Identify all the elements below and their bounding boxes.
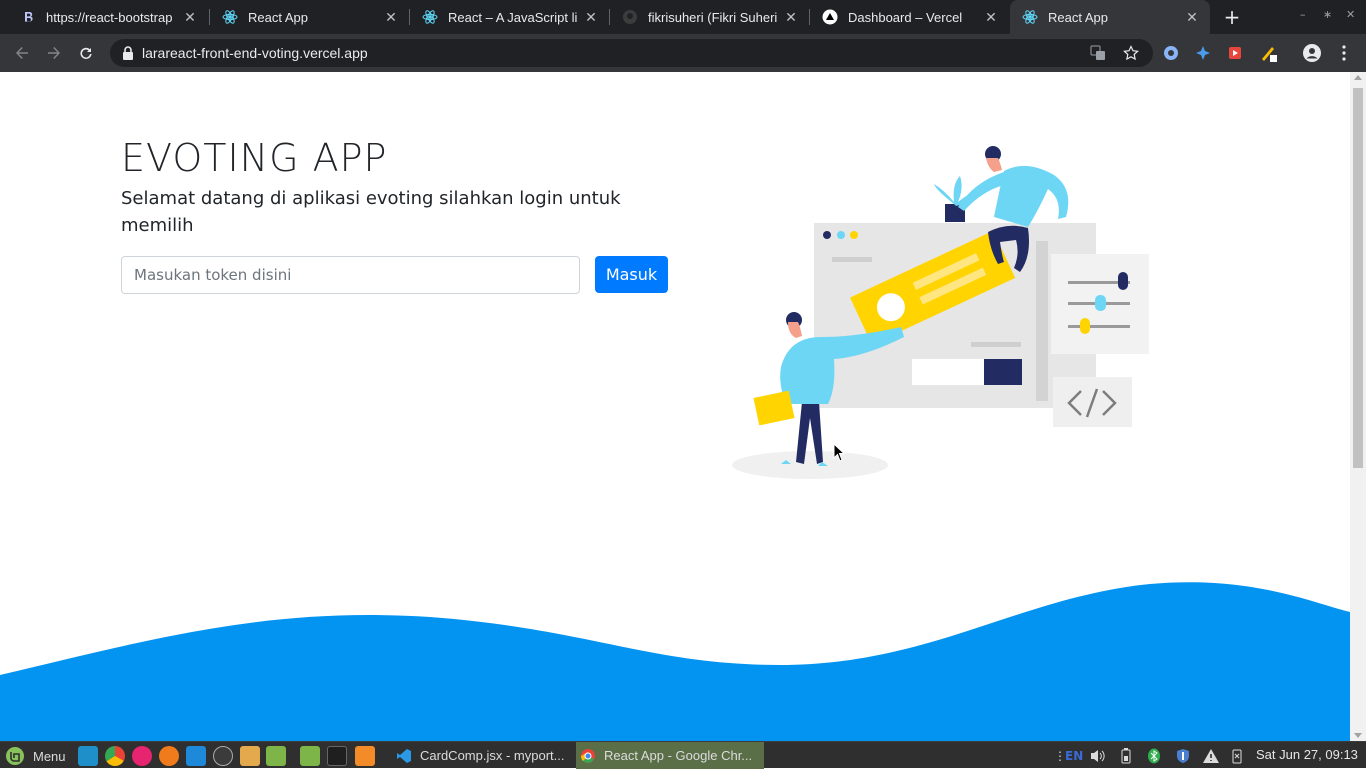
browser-tab-strip: https://react-bootstrap ✕ React App ✕ Re…	[0, 0, 1366, 34]
github-icon	[622, 9, 638, 25]
bookmark-star-icon[interactable]	[1123, 45, 1139, 65]
browser-tab[interactable]: https://react-bootstrap ✕	[8, 0, 208, 34]
close-tab-icon[interactable]: ✕	[583, 9, 599, 25]
address-bar[interactable]: larareact-front-end-voting.vercel.app	[110, 39, 1153, 67]
close-tab-icon[interactable]: ✕	[1184, 9, 1200, 25]
scroll-up-arrow-icon[interactable]	[1354, 75, 1362, 80]
forward-button[interactable]	[42, 41, 66, 65]
os-taskbar: Menu CardComp.jsx - myport... React App …	[0, 741, 1366, 769]
login-button[interactable]: Masuk	[595, 256, 668, 293]
page-subtitle: Selamat datang di aplikasi evoting silah…	[121, 188, 621, 236]
reload-button[interactable]	[74, 41, 98, 65]
profile-avatar-icon[interactable]	[1300, 41, 1324, 65]
menu-label: Menu	[33, 748, 66, 764]
token-input[interactable]	[121, 256, 580, 294]
atom-launcher-icon[interactable]	[213, 746, 233, 766]
sublime-launcher-icon[interactable]	[240, 746, 260, 766]
scrollbar-thumb[interactable]	[1353, 88, 1363, 468]
tab-label: React App	[248, 9, 308, 25]
bluetooth-icon[interactable]	[1147, 747, 1161, 765]
terminal-launcher-icon[interactable]	[78, 746, 98, 766]
voting-illustration	[732, 146, 1149, 479]
postman-launcher-icon[interactable]	[159, 746, 179, 766]
keyboard-layout-indicator[interactable]: EN	[1065, 747, 1083, 765]
taskbar-window-label: React App - Google Chr...	[604, 748, 753, 763]
folder-launcher-icon[interactable]	[300, 746, 320, 766]
network-icon[interactable]	[1232, 747, 1242, 765]
chrome-icon	[580, 748, 595, 763]
chrome-launcher-icon[interactable]	[105, 746, 125, 766]
extension-icon[interactable]	[1256, 41, 1280, 65]
taskbar-window-vscode[interactable]: CardComp.jsx - myport...	[392, 742, 572, 769]
close-window-icon[interactable]: ✕	[1346, 8, 1355, 21]
ubuntu-software-icon[interactable]	[355, 746, 375, 766]
browser-tab[interactable]: React – A JavaScript lib ✕	[410, 0, 609, 34]
browser-tab[interactable]: Dashboard – Vercel ✕	[810, 0, 1009, 34]
minimize-window-icon[interactable]: –	[1300, 8, 1306, 21]
wave-footer-shape	[0, 582, 1350, 741]
extension-icon[interactable]	[1159, 41, 1183, 65]
page-scrollbar[interactable]	[1350, 72, 1366, 741]
react-icon	[422, 9, 438, 25]
taskbar-window-chrome[interactable]: React App - Google Chr...	[576, 742, 764, 769]
clock[interactable]: Sat Jun 27, 09:13	[1256, 747, 1358, 762]
tab-label: Dashboard – Vercel	[848, 9, 963, 25]
terminal-icon[interactable]	[327, 746, 347, 766]
browser-tab[interactable]: React App ✕	[210, 0, 409, 34]
bootstrap-icon	[20, 9, 36, 25]
taskbar-window-label: CardComp.jsx - myport...	[420, 748, 565, 763]
lock-icon[interactable]	[122, 45, 134, 64]
battery-icon[interactable]	[1121, 747, 1131, 765]
scroll-down-arrow-icon[interactable]	[1354, 733, 1362, 738]
page-viewport: EVOTING APP Selamat datang di aplikasi e…	[0, 72, 1350, 741]
react-icon	[222, 9, 238, 25]
tab-label: React App	[1048, 9, 1108, 25]
tab-label: fikrisuheri (Fikri Suheri)	[648, 9, 777, 25]
browser-menu-icon[interactable]	[1332, 41, 1356, 65]
close-tab-icon[interactable]: ✕	[383, 9, 399, 25]
vercel-icon	[822, 9, 838, 25]
tab-label: https://react-bootstrap	[46, 9, 173, 25]
react-icon	[1022, 9, 1038, 25]
tab-label: React – A JavaScript lib	[448, 9, 577, 25]
files-launcher-icon[interactable]	[266, 746, 286, 766]
page-title: EVOTING APP	[121, 136, 388, 180]
volume-icon[interactable]	[1089, 747, 1107, 765]
browser-tab-active[interactable]: React App ✕	[1010, 0, 1210, 34]
vscode-launcher-icon[interactable]	[186, 746, 206, 766]
flickr-launcher-icon[interactable]	[132, 746, 152, 766]
linux-mint-icon	[6, 747, 24, 765]
new-tab-button[interactable]: +	[1220, 5, 1244, 29]
mouse-cursor-icon	[833, 443, 845, 462]
maximize-window-icon[interactable]: ∗	[1323, 8, 1332, 21]
browser-tab[interactable]: fikrisuheri (Fikri Suheri) ✕	[610, 0, 809, 34]
close-tab-icon[interactable]: ✕	[983, 9, 999, 25]
warning-icon[interactable]	[1202, 747, 1220, 765]
back-button[interactable]	[10, 41, 34, 65]
address-url[interactable]: larareact-front-end-voting.vercel.app	[142, 45, 368, 61]
browser-toolbar: larareact-front-end-voting.vercel.app	[0, 34, 1366, 72]
start-menu-button[interactable]: Menu	[5, 745, 66, 767]
extension-icon[interactable]	[1223, 41, 1247, 65]
vscode-icon	[397, 748, 411, 763]
shield-icon[interactable]	[1175, 747, 1191, 765]
translate-icon[interactable]	[1090, 45, 1106, 65]
close-tab-icon[interactable]: ✕	[182, 9, 198, 25]
close-tab-icon[interactable]: ✕	[783, 9, 799, 25]
extension-icon[interactable]	[1191, 41, 1215, 65]
